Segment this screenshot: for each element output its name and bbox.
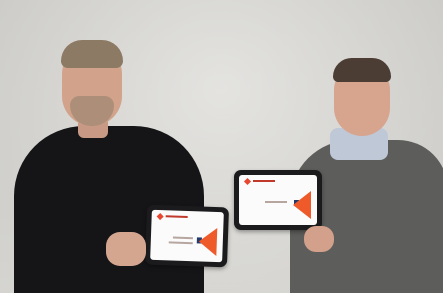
logo-text-line: [165, 215, 188, 219]
right-person-hand: [304, 226, 334, 252]
tablet-left: [144, 204, 230, 268]
arrow-shape: [198, 227, 218, 257]
tablet-left-screen: [150, 209, 224, 263]
screen-text-line: [172, 236, 193, 240]
left-person-hand: [106, 232, 146, 266]
left-person-hair: [61, 40, 123, 68]
photo: [0, 0, 443, 293]
tablet-right: [234, 170, 322, 230]
arrow-shape: [293, 191, 311, 219]
screen-text-line: [168, 241, 193, 245]
logo-icon: [243, 177, 252, 186]
right-person-hair: [333, 58, 391, 82]
tablet-right-screen: [239, 175, 317, 225]
logo-text-line: [253, 180, 275, 182]
logo-icon: [156, 213, 164, 221]
screen-text-line: [265, 201, 287, 203]
